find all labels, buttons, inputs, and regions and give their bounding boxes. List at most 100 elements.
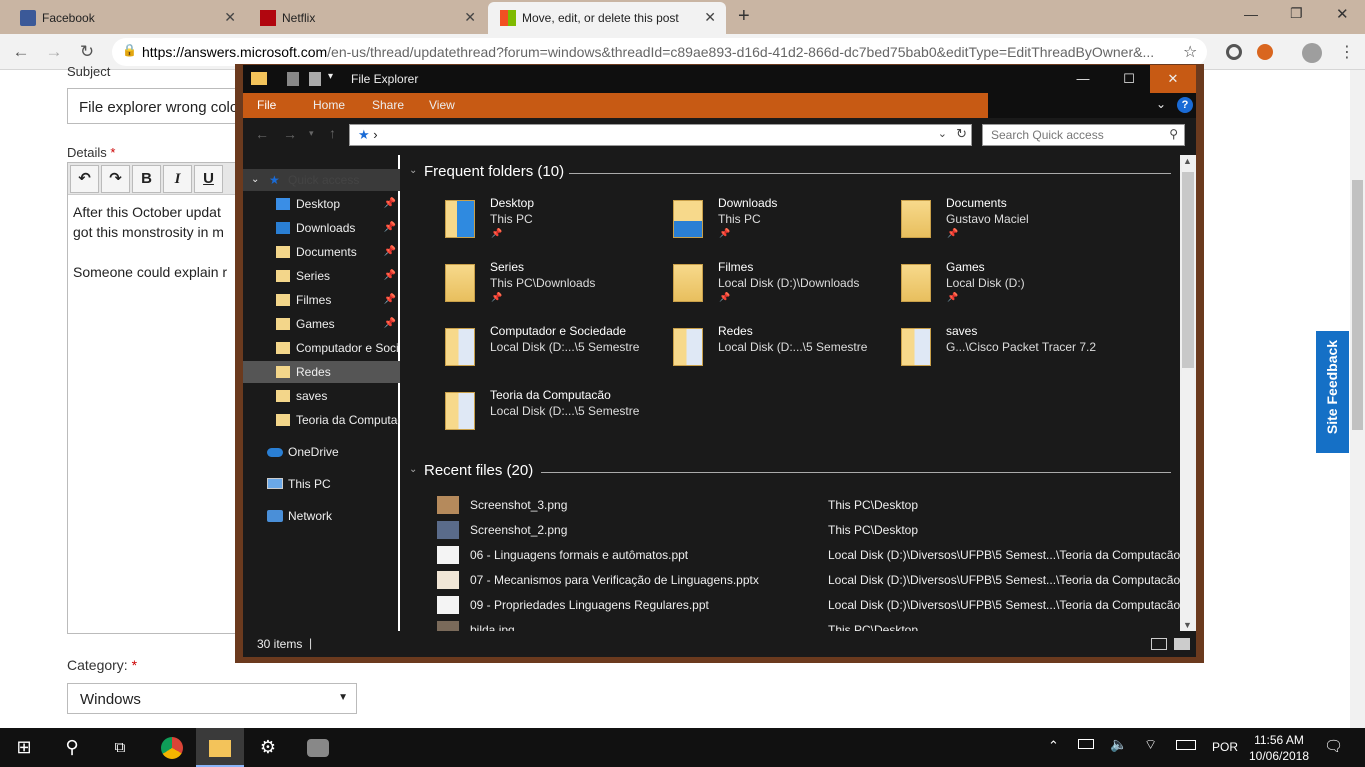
scroll-up-icon[interactable]: ▲ (1183, 156, 1192, 166)
nav-item[interactable]: Downloads 📌 (243, 217, 400, 239)
undo-button[interactable]: ↶ (70, 165, 99, 193)
customize-icon[interactable]: ▾ (328, 71, 333, 82)
chevron-down-icon[interactable]: ⌄ (251, 169, 259, 191)
site-feedback-button[interactable]: Site Feedback (1316, 331, 1349, 453)
italic-button[interactable]: I (163, 165, 192, 193)
extension-icon-2[interactable] (1257, 44, 1273, 60)
settings-icon[interactable]: ⚙ (244, 728, 292, 767)
nav-onedrive[interactable]: OneDrive (243, 441, 400, 463)
nav-item[interactable]: Redes (243, 361, 400, 383)
nav-network[interactable]: Network (243, 505, 400, 527)
file-explorer-taskbar-icon[interactable] (196, 728, 244, 767)
recent-locations-icon[interactable]: ▾ (309, 128, 314, 139)
minimize-icon[interactable]: — (1060, 65, 1106, 93)
maximize-icon[interactable]: ☐ (1106, 65, 1152, 93)
app-icon[interactable] (294, 728, 342, 767)
close-icon[interactable]: ✕ (464, 9, 476, 26)
help-icon[interactable]: ? (1177, 97, 1193, 113)
recent-file-row[interactable]: Screenshot_3.png This PC\Desktop (433, 493, 1178, 518)
recent-file-row[interactable]: 06 - Linguagens formais e autômatos.ppt L… (433, 543, 1180, 568)
new-tab-button[interactable]: + (738, 5, 750, 28)
explorer-scroll-thumb[interactable] (1182, 172, 1194, 368)
close-window-icon[interactable]: ✕ (1336, 5, 1349, 23)
folder-tile[interactable]: Documents Gustavo Maciel 📌 (859, 196, 1087, 256)
bold-button[interactable]: B (132, 165, 161, 193)
nav-item[interactable]: Games 📌 (243, 313, 400, 335)
folder-tile[interactable]: Games Local Disk (D:) 📌 (859, 260, 1087, 320)
folder-tile[interactable]: Series This PC\Downloads 📌 (403, 260, 631, 320)
back-icon[interactable]: ← (255, 126, 269, 142)
folder-tile[interactable]: Redes Local Disk (D:...\5 Semestre (631, 324, 867, 384)
extension-icon[interactable] (1226, 44, 1242, 60)
underline-button[interactable]: U (194, 165, 223, 193)
explorer-title-bar[interactable]: ▾ File Explorer — ☐ ✕ (243, 65, 1196, 93)
chevron-up-icon[interactable]: ⌃ (1048, 738, 1059, 754)
details-view-icon[interactable] (1151, 638, 1167, 650)
nav-item[interactable]: Filmes 📌 (243, 289, 400, 311)
folder-tile[interactable]: saves G...\Cisco Packet Tracer 7.2 (859, 324, 1096, 384)
nav-item[interactable]: Teoria da Computac (243, 409, 400, 431)
tab-share[interactable]: Share (358, 93, 418, 118)
tab-netflix[interactable]: Netflix ✕ (248, 2, 486, 34)
restore-icon[interactable]: ❐ (1290, 5, 1303, 22)
close-icon[interactable]: ✕ (1150, 65, 1196, 93)
refresh-icon[interactable]: ↻ (956, 126, 967, 142)
reload-icon[interactable]: ↻ (76, 42, 98, 62)
large-icons-view-icon[interactable] (1174, 638, 1190, 650)
close-icon[interactable]: ✕ (704, 9, 716, 26)
nav-quick-access[interactable]: ⌄ ★ Quick access (243, 169, 400, 191)
details-text[interactable]: After this October updat got this monstr… (73, 202, 243, 282)
notifications-icon[interactable]: 🗨 (1324, 737, 1343, 755)
recent-file-row[interactable]: bilda.jpg This PC\Desktop (433, 618, 1178, 631)
battery-icon[interactable] (1078, 739, 1094, 749)
minimize-icon[interactable]: — (1244, 6, 1258, 22)
chevron-down-icon[interactable]: ⌄ (938, 127, 947, 140)
up-icon[interactable]: ↑ (329, 125, 336, 141)
folder-tile[interactable]: Filmes Local Disk (D:)\Downloads 📌 (631, 260, 859, 320)
nav-this-pc[interactable]: This PC (243, 473, 400, 495)
wifi-icon[interactable]: ⌔ (1144, 736, 1157, 754)
pin-icon: 📌 (383, 246, 396, 257)
recent-file-row[interactable]: Screenshot_2.png This PC\Desktop (433, 518, 1178, 543)
address-crumb[interactable]: ★ › ⌄ ↻ (349, 124, 972, 146)
chrome-icon[interactable] (148, 728, 196, 767)
volume-icon[interactable]: 🔈 (1110, 736, 1127, 753)
forward-icon[interactable]: → (283, 126, 297, 142)
tab-home[interactable]: Home (299, 93, 359, 118)
close-icon[interactable]: ✕ (224, 9, 236, 26)
back-icon[interactable]: ← (10, 42, 32, 62)
url-field[interactable]: 🔒 https://answers.microsoft.com/en-us/th… (112, 38, 1207, 66)
menu-icon[interactable]: ⋮ (1339, 42, 1355, 62)
page-scroll-thumb[interactable] (1352, 180, 1363, 430)
task-view-icon[interactable]: ⧉ (96, 728, 144, 767)
folder-tile[interactable]: Desktop This PC 📌 (403, 196, 631, 256)
nav-item[interactable]: Computador e Soci (243, 337, 400, 359)
nav-item[interactable]: Series 📌 (243, 265, 400, 287)
nav-item[interactable]: saves (243, 385, 400, 407)
star-icon[interactable]: ☆ (1183, 42, 1197, 62)
tab-view[interactable]: View (415, 93, 469, 118)
recent-file-row[interactable]: 07 - Mecanismos para Verificação de Ling… (433, 568, 1180, 593)
folder-tile[interactable]: Downloads This PC 📌 (631, 196, 859, 256)
nav-item[interactable]: Documents 📌 (243, 241, 400, 263)
category-select[interactable]: Windows ▼ (67, 683, 357, 714)
nav-item[interactable]: Desktop 📌 (243, 193, 400, 215)
avatar[interactable] (1302, 43, 1322, 63)
properties-icon[interactable] (287, 72, 299, 86)
recent-file-row[interactable]: 09 - Propriedades Linguagens Regulares.p… (433, 593, 1180, 618)
scroll-down-icon[interactable]: ▼ (1183, 620, 1192, 630)
forward-icon[interactable]: → (43, 42, 65, 62)
keyboard-icon[interactable] (1176, 740, 1196, 750)
search-icon[interactable]: ⚲ (48, 728, 96, 767)
tab-move-edit[interactable]: Move, edit, or delete this post ✕ (488, 2, 726, 34)
folder-tile[interactable]: Computador e Sociedade Local Disk (D:...\… (403, 324, 639, 384)
clock[interactable]: 11:56 AM 10/06/2018 (1244, 732, 1314, 764)
start-icon[interactable]: ⊞ (0, 728, 48, 767)
redo-button[interactable]: ↷ (101, 165, 130, 193)
expand-ribbon-icon[interactable]: ⌄ (1156, 97, 1166, 111)
language-indicator[interactable]: POR (1212, 740, 1238, 754)
folder-tile[interactable]: Teoria da Computacão Local Disk (D:...\5 … (403, 388, 639, 448)
new-folder-icon[interactable] (309, 72, 321, 86)
tab-facebook[interactable]: Facebook ✕ (0, 2, 246, 34)
explorer-search-input[interactable]: Search Quick access ⚲ (982, 124, 1185, 146)
